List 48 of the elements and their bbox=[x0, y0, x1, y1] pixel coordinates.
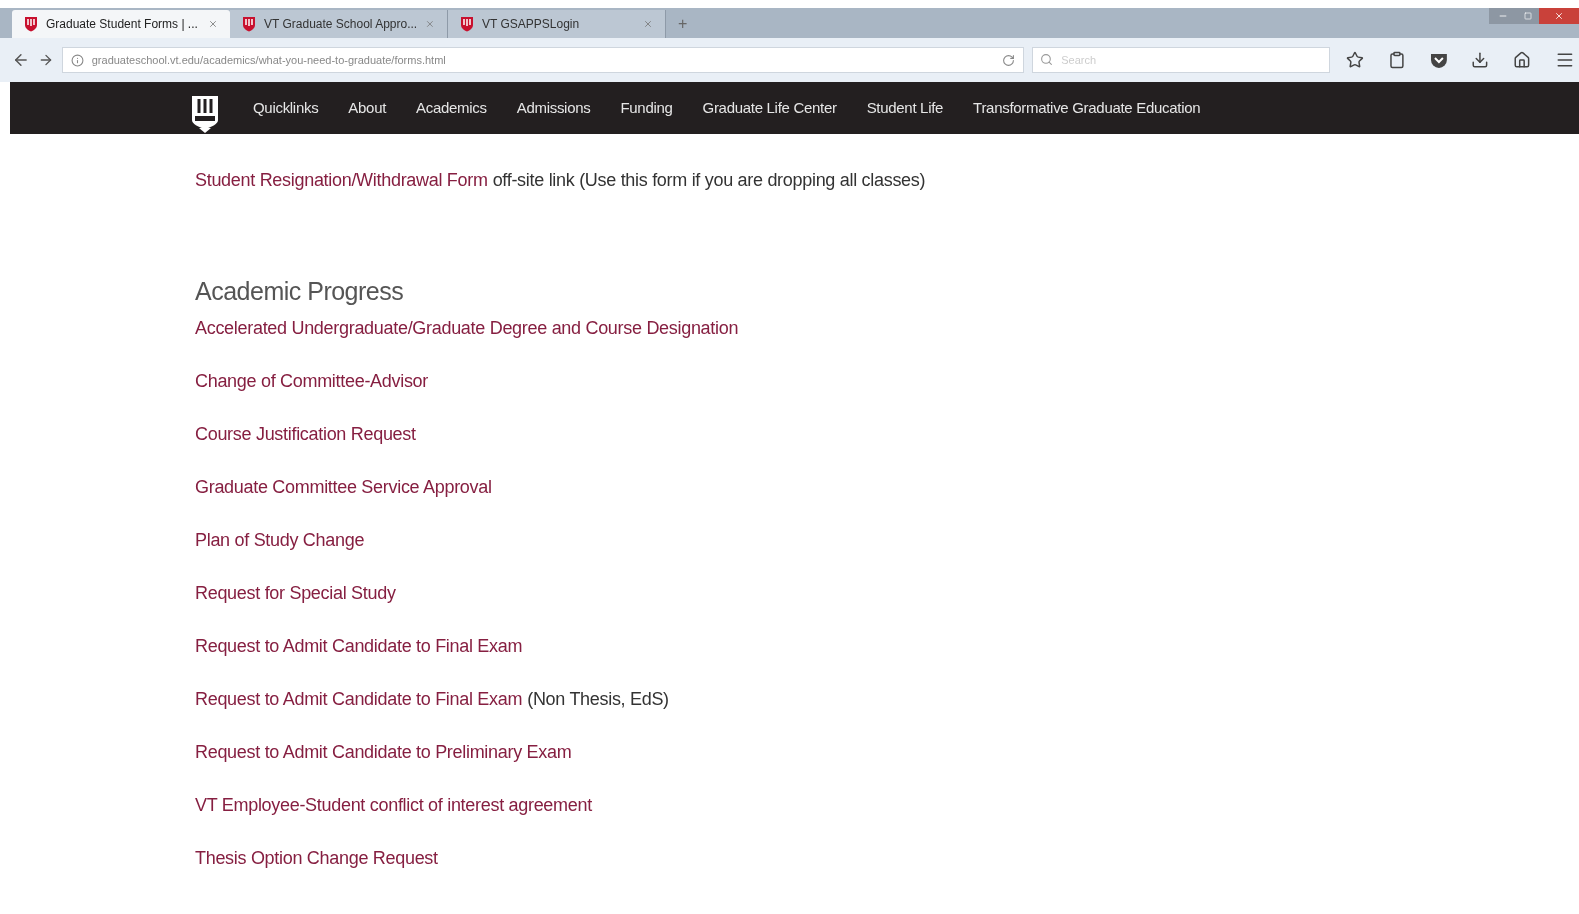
search-icon bbox=[1040, 53, 1054, 66]
tab-title: VT GSAPPSLogin bbox=[482, 16, 581, 33]
form-link[interactable]: Request to Admit Candidate to Final Exam bbox=[195, 687, 523, 711]
close-icon[interactable] bbox=[208, 19, 218, 29]
menu-icon[interactable] bbox=[1555, 50, 1575, 70]
nav-link[interactable]: Funding bbox=[620, 96, 673, 120]
url-text: graduateschool.vt.edu/academics/what-you-need-to-graduate/forms.html bbox=[91, 52, 447, 68]
form-link[interactable]: Course Justification Request bbox=[195, 422, 416, 446]
download-icon[interactable] bbox=[1471, 51, 1490, 69]
shield-icon bbox=[460, 16, 474, 32]
link-note: (Non Thesis, EdS) bbox=[527, 688, 669, 711]
clipboard-icon[interactable] bbox=[1387, 51, 1406, 69]
info-icon bbox=[70, 53, 84, 67]
nav-link[interactable]: Admissions bbox=[516, 96, 591, 120]
shield-icon bbox=[242, 16, 256, 32]
browser-tab[interactable]: Graduate Student Forms | ... bbox=[12, 10, 230, 38]
browser-tab[interactable]: VT Graduate School Appro... bbox=[230, 10, 448, 38]
tab-title: VT Graduate School Appro... bbox=[264, 16, 418, 33]
address-bar[interactable]: graduateschool.vt.edu/academics/what-you-need-to-graduate/forms.html bbox=[61, 47, 1025, 73]
reload-icon[interactable] bbox=[1002, 53, 1016, 67]
form-link[interactable]: Request to Admit Candidate to Final Exam bbox=[195, 634, 523, 658]
link-note: off-site link (Use this form if you are dropping all classes) bbox=[492, 169, 926, 192]
nav-link[interactable]: Quicklinks bbox=[253, 96, 319, 120]
form-link[interactable]: Thesis Option Change Request bbox=[195, 846, 438, 870]
home-icon[interactable] bbox=[1513, 51, 1532, 69]
nav-link[interactable]: Academics bbox=[416, 96, 487, 120]
nav-link[interactable]: About bbox=[348, 96, 387, 120]
pocket-icon[interactable] bbox=[1429, 52, 1448, 68]
section-heading: Academic Progress bbox=[195, 276, 405, 306]
form-link[interactable]: VT Employee-Student conflict of interest agreement bbox=[195, 793, 592, 817]
back-icon[interactable] bbox=[12, 51, 30, 69]
browser-tab[interactable]: VT GSAPPSLogin bbox=[448, 10, 666, 38]
form-link[interactable]: Request to Admit Candidate to Preliminary Exam bbox=[195, 740, 572, 764]
form-link[interactable]: Change of Committee-Advisor bbox=[195, 369, 428, 393]
nav-link[interactable]: Transformative Graduate Education bbox=[973, 96, 1201, 120]
nav-link[interactable]: Graduate Life Center bbox=[702, 96, 837, 120]
form-link[interactable]: Graduate Committee Service Approval bbox=[195, 475, 492, 499]
form-link[interactable]: Plan of Study Change bbox=[195, 528, 365, 552]
form-link[interactable]: Request for Special Study bbox=[195, 581, 396, 605]
form-link[interactable]: Student Resignation/Withdrawal Form bbox=[195, 168, 488, 192]
star-icon[interactable] bbox=[1345, 51, 1364, 69]
maximize-icon bbox=[1524, 12, 1532, 20]
close-icon bbox=[1554, 11, 1564, 21]
nav-link[interactable]: Student Life bbox=[866, 96, 944, 120]
form-link[interactable]: Accelerated Undergraduate/Graduate Degree and Course Designation bbox=[195, 316, 739, 340]
tab-title: Graduate Student Forms | ... bbox=[46, 16, 199, 33]
shield-icon bbox=[24, 16, 38, 32]
logo-icon[interactable] bbox=[190, 94, 220, 134]
